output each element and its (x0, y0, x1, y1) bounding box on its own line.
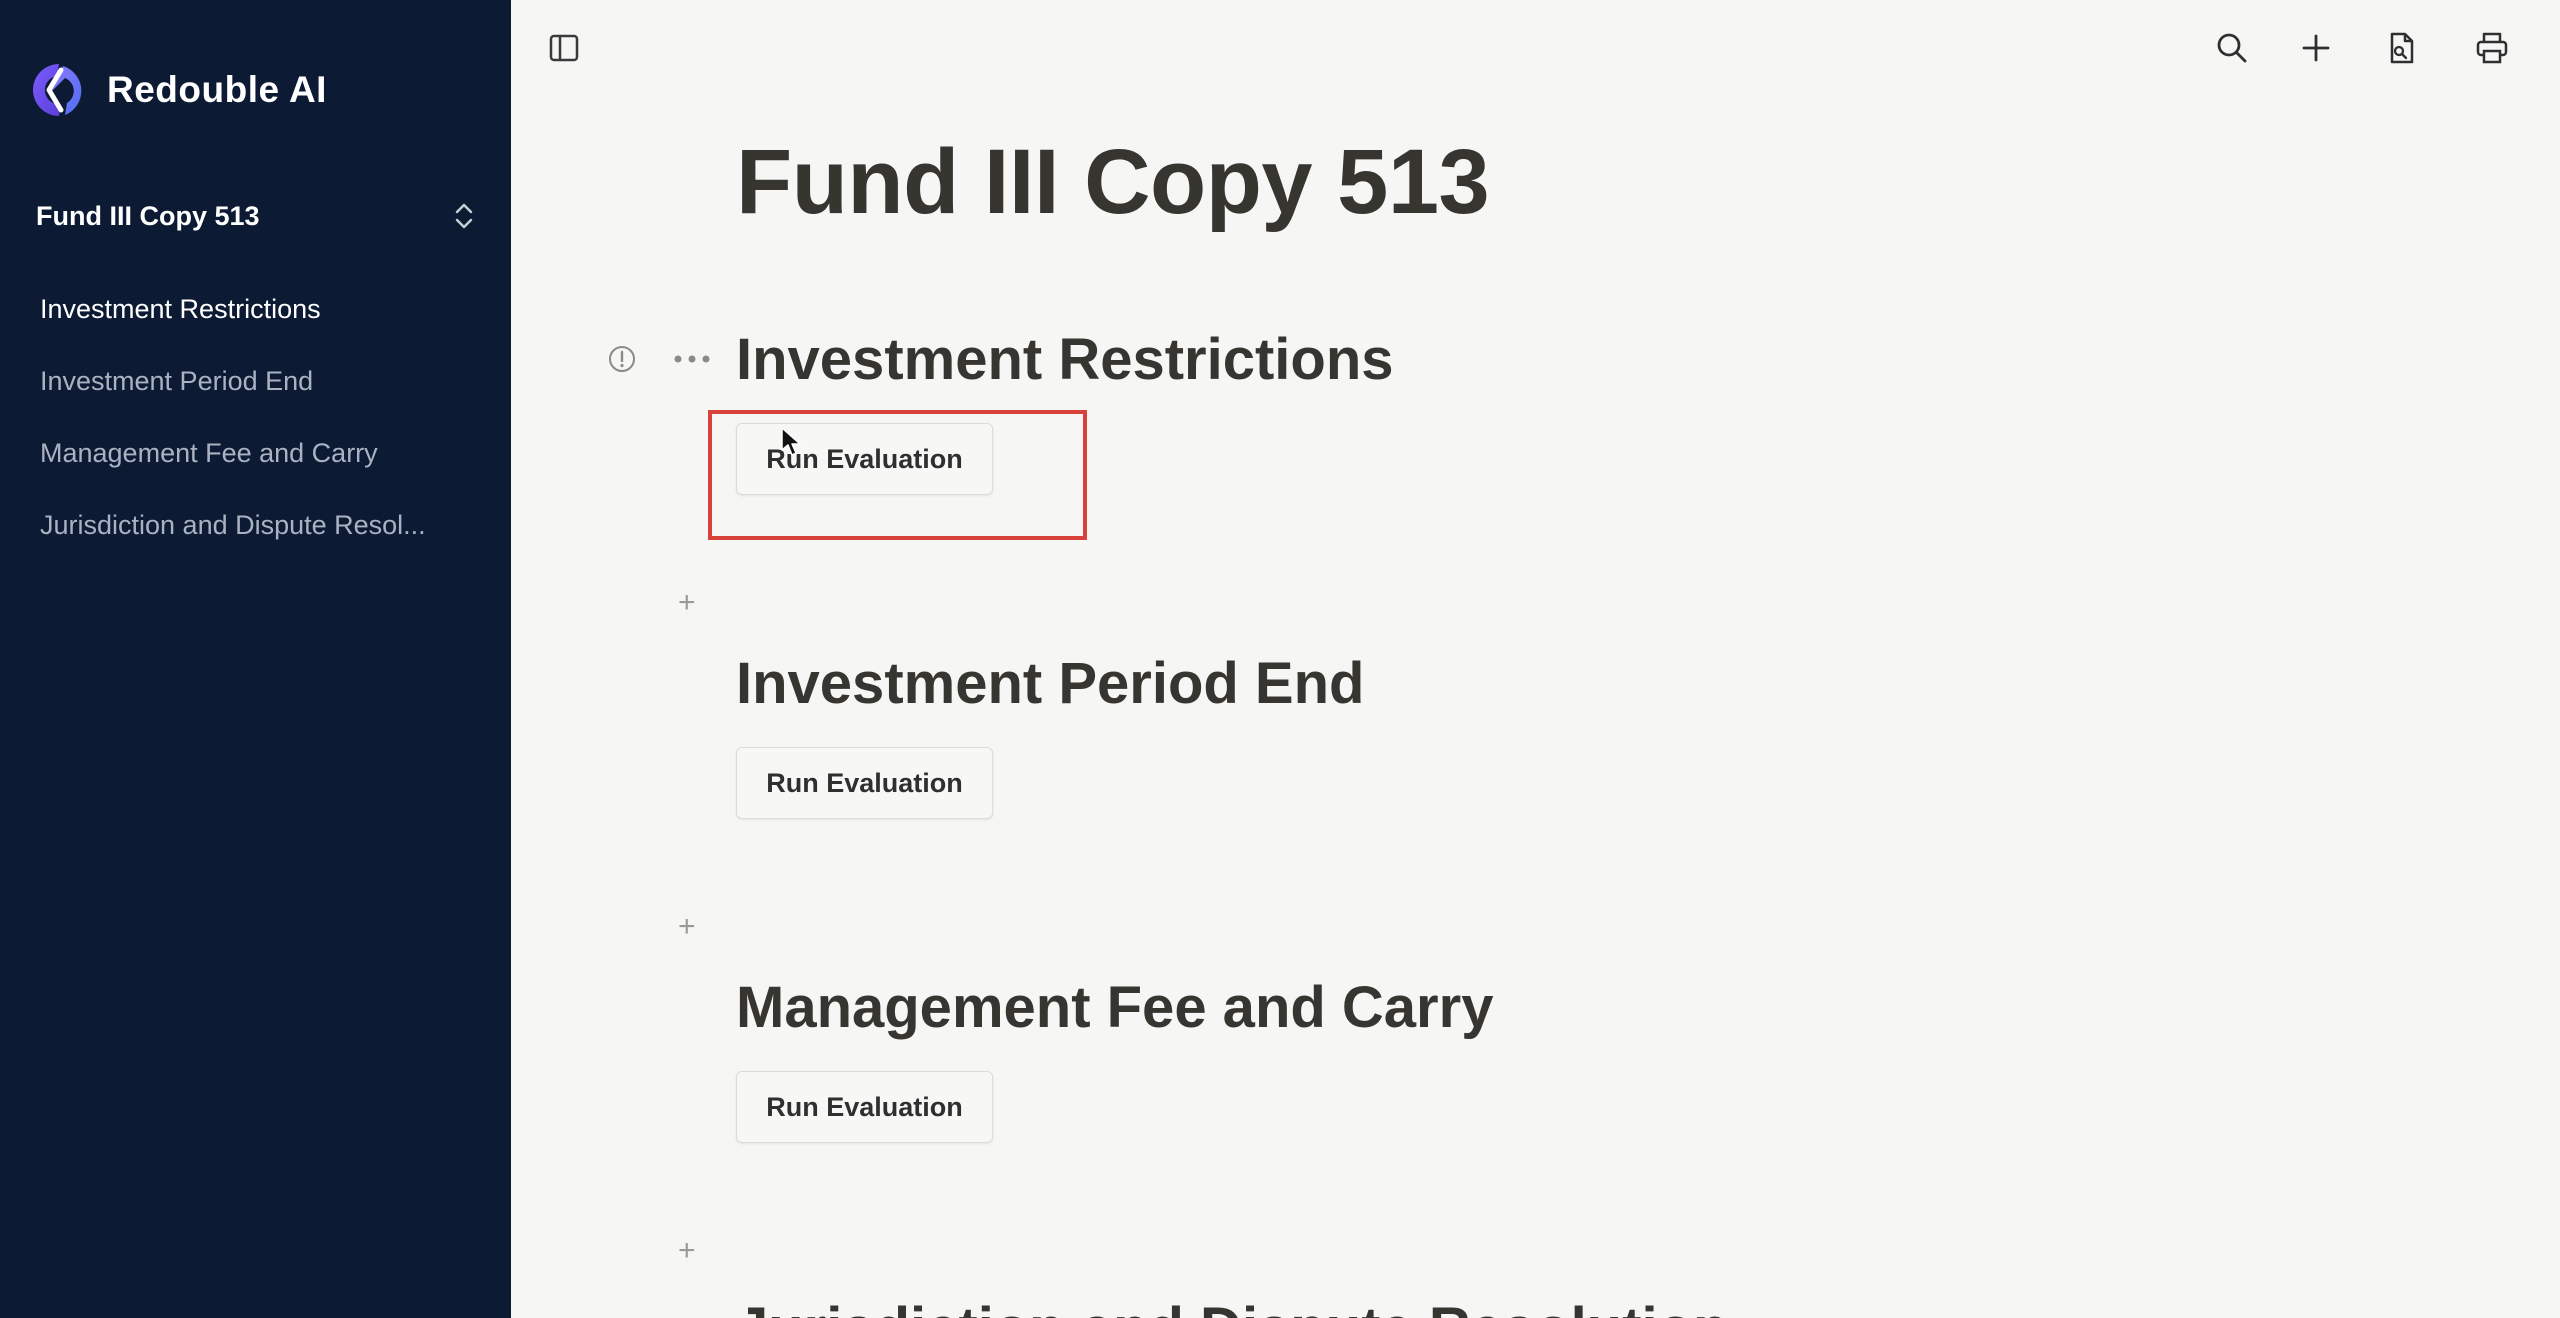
highlight-box (708, 410, 1087, 540)
app-window: Redouble AI Fund III Copy 513 Investment… (0, 0, 2560, 1318)
sidebar: Redouble AI Fund III Copy 513 Investment… (0, 0, 511, 1318)
section-investment-restrictions: Investment Restrictions Run Evaluation (736, 325, 1394, 495)
sidebar-item-investment-period-end[interactable]: Investment Period End (40, 362, 460, 434)
section-heading: Investment Period End (736, 651, 1365, 716)
workspace-name: Fund III Copy 513 (36, 200, 260, 231)
info-icon[interactable] (607, 344, 637, 374)
workspace-switcher[interactable]: Fund III Copy 513 (36, 196, 476, 236)
add-block-icon[interactable]: + (678, 588, 696, 618)
page-title: Fund III Copy 513 (736, 131, 1490, 233)
mouse-cursor-icon (781, 427, 801, 456)
chevron-up-down-icon (455, 203, 473, 229)
print-icon[interactable] (2474, 30, 2510, 66)
section-investment-period-end: Investment Period End Run Evaluation (736, 649, 1365, 819)
section-management-fee-and-carry: Management Fee and Carry Run Evaluation (736, 973, 1494, 1143)
sidebar-nav: Investment Restrictions Investment Perio… (40, 290, 460, 578)
brand[interactable]: Redouble AI (31, 62, 327, 118)
sidebar-item-jurisdiction-and-dispute-resolution[interactable]: Jurisdiction and Dispute Resol... (40, 506, 460, 578)
redouble-logo-icon (33, 64, 82, 116)
search-icon[interactable] (2214, 30, 2250, 66)
sidebar-item-investment-restrictions[interactable]: Investment Restrictions (40, 290, 460, 362)
more-options-icon[interactable] (672, 352, 712, 366)
section-heading: Investment Restrictions (736, 327, 1394, 392)
file-export-icon[interactable] (2384, 30, 2420, 66)
plus-icon[interactable] (2298, 30, 2334, 66)
run-evaluation-button[interactable]: Run Evaluation (736, 747, 993, 819)
sidebar-item-management-fee-and-carry[interactable]: Management Fee and Carry (40, 434, 460, 506)
add-block-icon[interactable]: + (678, 1236, 696, 1266)
sidebar-toggle-icon[interactable] (548, 32, 580, 64)
section-heading: Jurisdiction and Dispute Resolution (736, 1294, 1729, 1318)
section-heading: Management Fee and Carry (736, 975, 1494, 1040)
run-evaluation-button[interactable]: Run Evaluation (736, 1071, 993, 1143)
section-jurisdiction-and-dispute-resolution: Jurisdiction and Dispute Resolution (736, 1294, 1729, 1318)
add-block-icon[interactable]: + (678, 912, 696, 942)
brand-name: Redouble AI (107, 69, 327, 110)
